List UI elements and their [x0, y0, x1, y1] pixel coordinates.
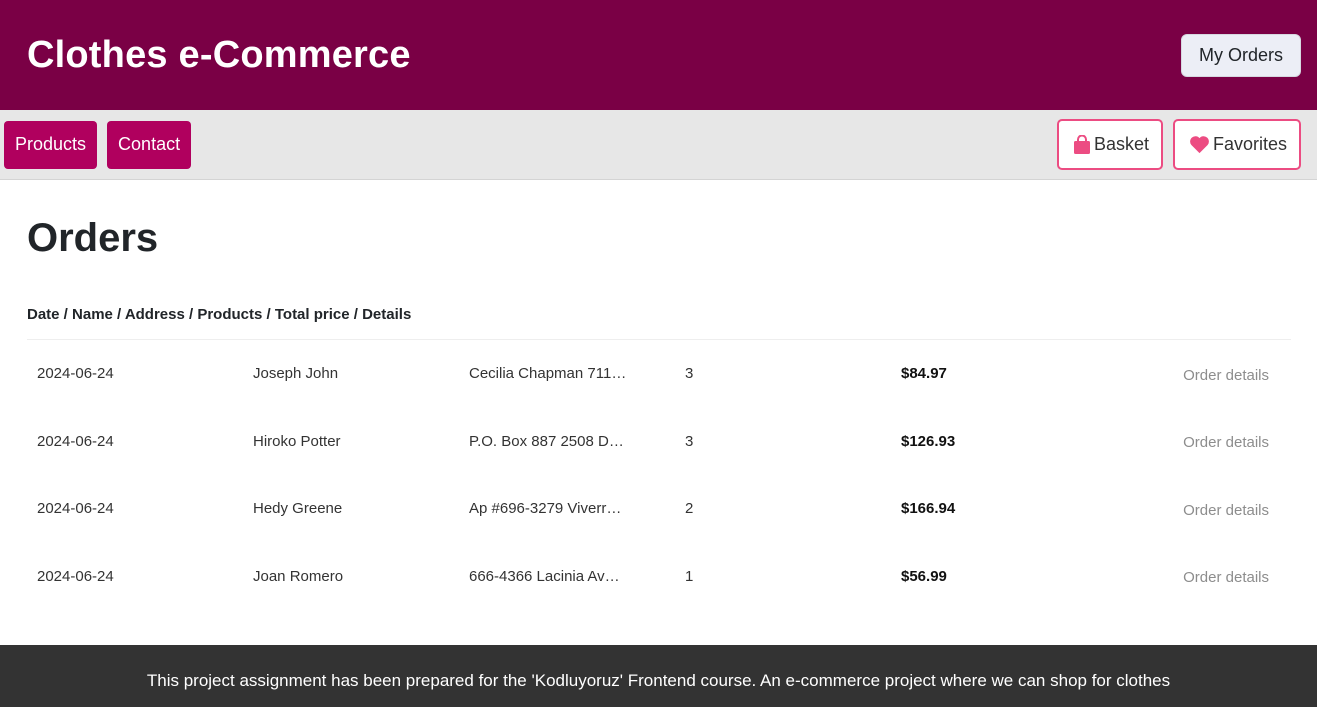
order-name: Joan Romero	[253, 567, 344, 585]
table-row: 2024-06-24 Hedy Greene Ap #696-3279 Vive…	[27, 475, 1291, 543]
order-name: Hiroko Potter	[253, 432, 341, 450]
order-address: 666-4366 Lacinia Ave…	[469, 567, 627, 585]
footer-text: This project assignment has been prepare…	[146, 671, 1171, 690]
brand-title[interactable]: Clothes e-Commerce	[27, 34, 411, 77]
favorites-button[interactable]: Favorites	[1172, 119, 1301, 170]
order-details-link[interactable]: Order details	[1107, 431, 1291, 451]
order-details-link[interactable]: Order details	[1107, 499, 1291, 519]
nav-contact-link[interactable]: Contact	[107, 120, 192, 169]
order-total-price: $126.93	[901, 432, 956, 450]
order-address: P.O. Box 887 2508 Do…	[469, 432, 627, 450]
table-row: 2024-06-24 Joan Romero 666-4366 Lacinia …	[27, 543, 1291, 611]
order-name: Hedy Greene	[253, 500, 343, 518]
order-details-link[interactable]: Order details	[1107, 566, 1291, 586]
order-total-price: $56.99	[901, 567, 947, 585]
nav-right: Basket Favorites	[1056, 119, 1301, 170]
navbar: Products Contact Basket Favorites	[0, 110, 1317, 180]
table-row: 2024-06-24 Joseph John Cecilia Chapman 7…	[27, 340, 1291, 408]
order-total-price: $166.94	[901, 500, 956, 518]
order-details-link[interactable]: Order details	[1107, 364, 1291, 384]
my-orders-button[interactable]: My Orders	[1180, 33, 1301, 77]
page-title: Orders	[27, 216, 159, 260]
main-content: Orders Date / Name / Address / Products …	[0, 180, 1317, 610]
order-address: Ap #696-3279 Viverra…	[469, 500, 627, 518]
shopping-bag-icon	[1073, 134, 1091, 155]
basket-button[interactable]: Basket	[1056, 119, 1163, 170]
order-products-count: 1	[685, 567, 694, 585]
top-header: Clothes e-Commerce My Orders	[0, 0, 1317, 110]
order-name: Joseph John	[253, 365, 339, 383]
order-date: 2024-06-24	[37, 365, 114, 383]
nav-left: Products Contact	[4, 120, 192, 169]
order-address: Cecilia Chapman 711-…	[469, 365, 627, 383]
order-date: 2024-06-24	[37, 432, 114, 450]
order-products-count: 3	[685, 432, 694, 450]
basket-label: Basket	[1093, 134, 1149, 154]
orders-table: 2024-06-24 Joseph John Cecilia Chapman 7…	[27, 340, 1291, 610]
order-date: 2024-06-24	[37, 500, 114, 518]
favorites-label: Favorites	[1212, 134, 1287, 154]
nav-products-link[interactable]: Products	[4, 120, 98, 169]
heart-icon	[1189, 135, 1210, 154]
table-row: 2024-06-24 Hiroko Potter P.O. Box 887 25…	[27, 408, 1291, 476]
order-products-count: 2	[685, 500, 694, 518]
order-date: 2024-06-24	[37, 567, 114, 585]
footer: This project assignment has been prepare…	[0, 645, 1317, 707]
order-products-count: 3	[685, 365, 694, 383]
orders-table-header: Date / Name / Address / Products / Total…	[27, 306, 1291, 340]
order-total-price: $84.97	[901, 365, 947, 383]
